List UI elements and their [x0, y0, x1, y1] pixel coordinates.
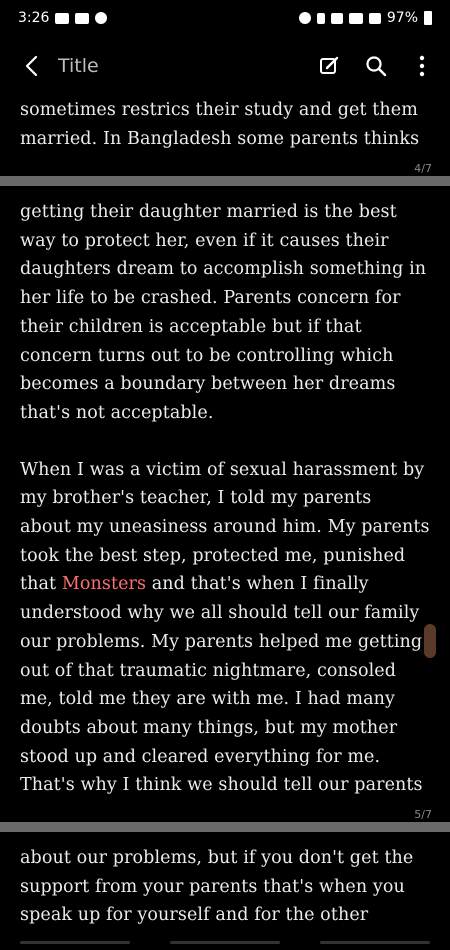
battery-percent: 97% [386, 10, 418, 26]
text-line: took the best step, protected me, punish… [20, 545, 406, 566]
app-bar: Title [0, 40, 450, 92]
status-time: 3:26 [18, 10, 50, 26]
text-line: that's not acceptable. [20, 402, 214, 423]
battery-icon [424, 11, 432, 25]
wifi-icon [348, 12, 363, 24]
page-6-head: about our problems, but if you don't get… [0, 844, 450, 931]
bluetooth-icon [316, 12, 325, 24]
page-number: 5/7 [414, 808, 432, 821]
text-line: married. In Bangladesh some parents thin… [20, 128, 420, 149]
text-line: that Monsters and that's when I finally [20, 570, 430, 599]
back-button[interactable] [14, 48, 50, 84]
scrollbar-handle[interactable] [424, 624, 436, 658]
page-divider [0, 822, 450, 832]
text-line: doubts about many things, but my mother [20, 717, 398, 738]
text-line: daughters dream to accomplish something … [20, 259, 427, 280]
alarm-icon [298, 12, 311, 24]
nav-pill [170, 941, 280, 944]
more-options-button[interactable] [408, 52, 436, 80]
page-title: Title [58, 55, 99, 77]
page-5-paragraph-1: getting their daughter married is the be… [0, 198, 450, 428]
text-line: stood up and cleared everything for me. [20, 746, 381, 767]
text-line: support from your parents that's when yo… [20, 876, 405, 897]
edit-icon [320, 56, 339, 74]
highlighted-word: Monsters [61, 574, 147, 595]
page-number: 4/7 [414, 162, 432, 175]
text-line: out of that traumatic nightmare, console… [20, 660, 397, 681]
status-bar: 3:26 97% [0, 0, 450, 36]
signal-icon [368, 12, 381, 24]
text-line: speak up for yourself and for the other [20, 905, 369, 926]
youtube-icon [75, 12, 90, 24]
page-6-text: about our problems, but if you don't get… [0, 844, 450, 930]
page-4-tail: sometimes restrics their study and get t… [0, 96, 450, 154]
arrow-left-icon [25, 55, 38, 77]
text-segment: and that's when I finally [146, 574, 369, 595]
text-line: becomes a boundary between her dreams [20, 374, 396, 395]
status-left: 3:26 [18, 10, 108, 26]
text-line: about our problems, but if you don't get… [20, 848, 414, 868]
page-5: getting their daughter married is the be… [0, 198, 450, 801]
text-line: our problems. My parents helped me getti… [20, 631, 423, 652]
nav-bar [0, 941, 450, 944]
status-right: 97% [298, 10, 432, 26]
page-5-paragraph-2: When I was a victim of sexual harassment… [0, 456, 450, 800]
text-line: me, told me they are with me. I had many [20, 689, 395, 710]
search-button[interactable] [362, 52, 390, 80]
text-line: understood why we all should tell our fa… [20, 603, 420, 624]
mute-icon [330, 12, 343, 24]
gallery-icon [55, 12, 70, 24]
text-line: That's why I think we should tell our pa… [20, 775, 423, 796]
more-vertical-icon [419, 55, 425, 77]
text-line: getting their daughter married is the be… [20, 202, 397, 222]
text-line: my brother's teacher, I told my parents [20, 488, 372, 509]
text-line: sometimes restrics their study and get t… [20, 100, 418, 120]
text-line: about my uneasiness around him. My paren… [20, 517, 430, 538]
text-line: When I was a victim of sexual harassment… [20, 459, 425, 480]
text-line: concern turns out to be controlling whic… [20, 345, 394, 366]
search-icon [366, 56, 387, 77]
edit-button[interactable] [316, 52, 344, 80]
nav-pill [20, 941, 130, 944]
toolbar-actions [316, 52, 436, 80]
text-line: way to protect her, even if it causes th… [20, 230, 389, 251]
text-line: her life to be crashed. Parents concern … [20, 288, 401, 309]
page-4-text: sometimes restrics their study and get t… [0, 96, 450, 153]
text-segment: that [20, 574, 62, 595]
text-line: their children is acceptable but if that [20, 316, 362, 337]
spotify-icon [95, 12, 108, 24]
nav-pill [320, 941, 430, 944]
page-divider [0, 176, 450, 186]
